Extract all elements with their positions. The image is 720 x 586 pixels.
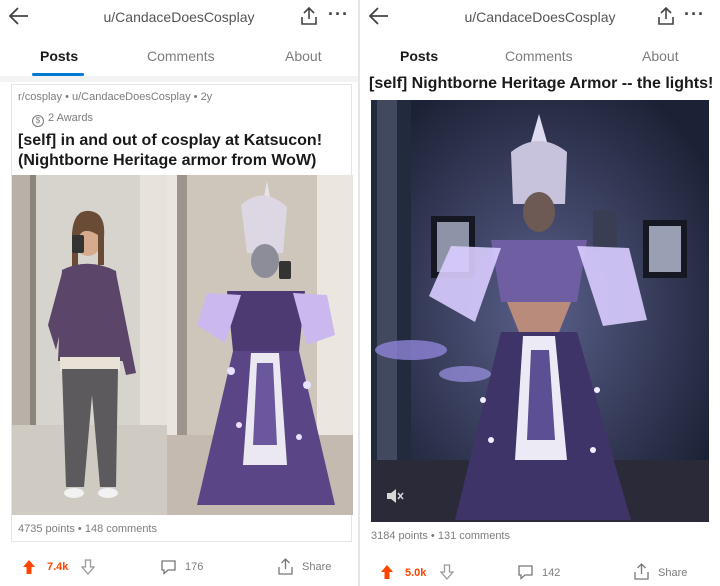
action-bar: 7.4k 176 Share [0, 553, 358, 583]
post-meta: r/cosplay • u/CandaceDoesCosplay • 2y [18, 91, 213, 103]
tab-comments[interactable]: Comments [147, 48, 215, 64]
share-button[interactable]: Share [658, 567, 687, 579]
award-icon: $ [32, 115, 44, 127]
comment-count[interactable]: 176 [185, 561, 203, 573]
upvote-count: 5.0k [405, 567, 427, 579]
post-card[interactable]: r/cosplay • u/CandaceDoesCosplay • 2y $2… [11, 84, 353, 542]
post-title-line1: [self] in and out of cosplay at Katsucon… [18, 132, 323, 149]
post-stats: 4735 points • 148 comments [18, 523, 157, 535]
post-card[interactable]: [self] Nightborne Heritage Armor -- the … [369, 70, 713, 550]
awards-badge: $2 Awards [32, 112, 93, 127]
separator [0, 76, 358, 82]
post-title-line2: (Nightborne Heritage armor from WoW) [18, 152, 317, 169]
upvote-icon[interactable] [22, 559, 36, 575]
comment-count[interactable]: 142 [542, 567, 560, 579]
right-screen: u/CandaceDoesCosplay ··· Posts Comments … [360, 0, 720, 586]
comment-icon[interactable] [160, 559, 177, 575]
share-button[interactable]: Share [302, 561, 331, 573]
tab-about[interactable]: About [285, 48, 322, 64]
comment-icon[interactable] [517, 564, 534, 580]
profile-tabs: Posts Comments About [0, 44, 358, 76]
awards-label: 2 Awards [48, 112, 94, 124]
downvote-icon[interactable] [81, 559, 95, 575]
more-icon[interactable]: ··· [684, 4, 705, 25]
tab-comments[interactable]: Comments [505, 48, 573, 64]
share-icon[interactable] [656, 6, 676, 26]
top-bar: u/CandaceDoesCosplay ··· [360, 0, 720, 36]
share-icon[interactable] [277, 558, 294, 575]
downvote-icon[interactable] [440, 564, 454, 580]
post-title[interactable]: [self] in and out of cosplay at Katsucon… [18, 131, 348, 171]
top-bar: u/CandaceDoesCosplay ··· [0, 0, 358, 36]
post-image-out-of-cosplay[interactable] [12, 175, 167, 515]
action-bar: 5.0k 142 Share [360, 559, 720, 586]
share-icon[interactable] [299, 6, 319, 26]
post-video[interactable] [371, 100, 709, 522]
mute-icon[interactable] [385, 488, 405, 504]
more-icon[interactable]: ··· [328, 4, 349, 25]
post-title[interactable]: [self] Nightborne Heritage Armor -- the … [369, 74, 713, 94]
tab-posts[interactable]: Posts [400, 48, 438, 64]
post-stats: 3184 points • 131 comments [371, 530, 510, 542]
upvote-icon[interactable] [380, 564, 394, 580]
post-image-in-cosplay[interactable] [167, 175, 353, 515]
share-icon[interactable] [633, 563, 650, 580]
tab-about[interactable]: About [642, 48, 679, 64]
tab-posts[interactable]: Posts [40, 48, 78, 64]
upvote-count: 7.4k [47, 561, 69, 573]
left-screen: u/CandaceDoesCosplay ··· Posts Comments … [0, 0, 358, 586]
